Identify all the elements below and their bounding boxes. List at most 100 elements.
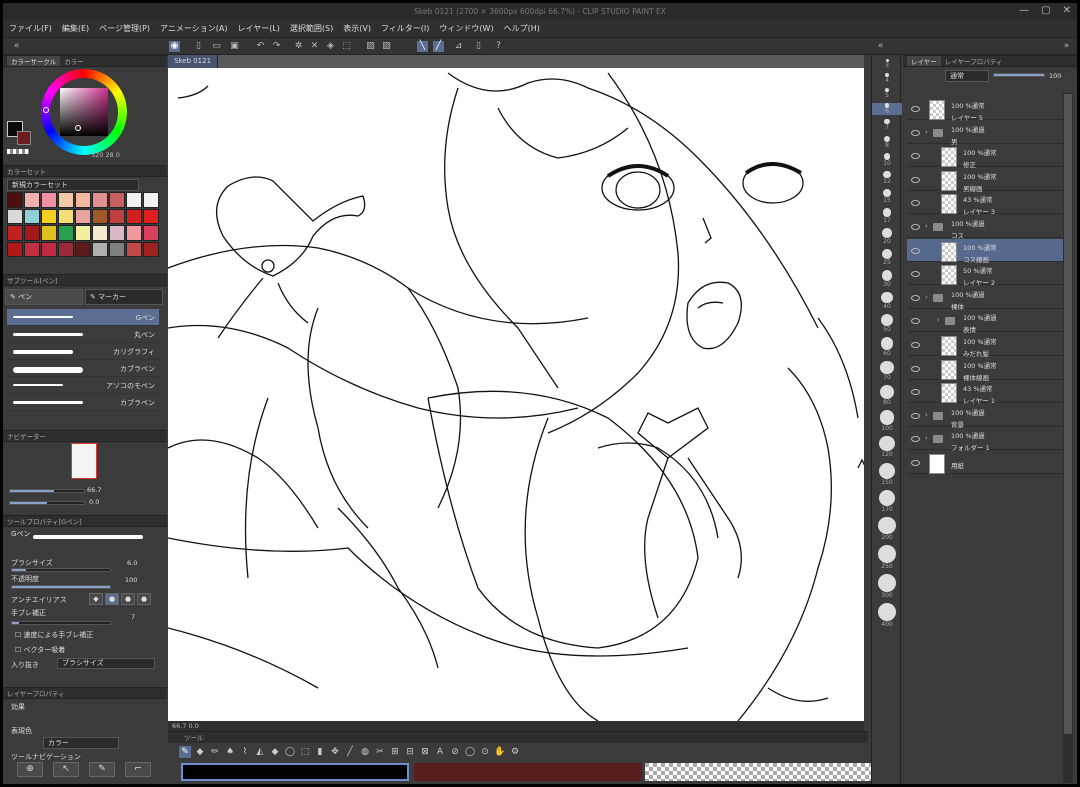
color-swatch[interactable] xyxy=(143,241,159,257)
eye-icon[interactable] xyxy=(911,365,920,372)
brush-size-item[interactable]: 120 xyxy=(872,436,902,458)
expand-icon[interactable]: « xyxy=(875,41,886,52)
nav-tool-4-button[interactable]: ⌐ xyxy=(125,762,151,777)
taper-dropdown[interactable]: ブラシサイズ xyxy=(57,658,155,669)
brush-size-item[interactable]: 80 xyxy=(872,385,902,406)
eye-icon[interactable] xyxy=(911,247,920,254)
layer-folder-row[interactable]: › 100 %通過男 xyxy=(907,121,1065,146)
layer-row[interactable]: 100 %通常 コス線画 xyxy=(907,238,1065,264)
color-swatch[interactable] xyxy=(24,192,40,208)
layer-row[interactable]: 43 %通常 レイヤー 3 xyxy=(907,191,1065,216)
fill-tool-icon[interactable]: ◭ xyxy=(254,746,266,758)
nav-tool-2-button[interactable]: ↖ xyxy=(53,762,79,777)
snap-special-icon[interactable]: ╱ xyxy=(433,41,444,52)
brush-size-item[interactable]: 15 xyxy=(872,189,902,204)
brush-size-item[interactable]: 30 xyxy=(872,269,902,288)
blend-mode-dropdown[interactable]: 通常 xyxy=(945,70,989,82)
folder-toggle-icon[interactable]: › xyxy=(925,293,928,301)
selection-tool-icon[interactable]: ⬚ xyxy=(299,746,311,758)
menu-item-0[interactable]: ファイル(F) xyxy=(9,23,52,34)
color-swatch[interactable] xyxy=(126,192,142,208)
opacity-slider[interactable] xyxy=(11,585,111,589)
layer-folder-row[interactable]: › 100 %通過 背景 xyxy=(907,404,1065,429)
snap-grid-icon[interactable]: ⊿ xyxy=(453,41,464,52)
color-swatch[interactable] xyxy=(41,208,57,224)
help-icon[interactable]: ? xyxy=(493,41,504,52)
marker-tab[interactable]: ✎ マーカー xyxy=(85,289,163,305)
layer-row[interactable]: 100 %通常 みだれ髪 xyxy=(907,333,1065,358)
brush-size-item[interactable]: 100 xyxy=(872,410,902,432)
color-swatch[interactable] xyxy=(58,208,74,224)
expr-color-dropdown[interactable]: カラー xyxy=(43,737,119,749)
maximize-icon[interactable]: ▢ xyxy=(1041,5,1050,16)
nav-tool-3-button[interactable]: ✎ xyxy=(89,762,115,777)
deselect-icon[interactable]: ▧ xyxy=(381,41,392,52)
color-swatch[interactable] xyxy=(92,192,108,208)
gradient-tool-icon[interactable]: ▮ xyxy=(314,746,326,758)
color-swatch[interactable] xyxy=(41,192,57,208)
layer-scrollbar[interactable] xyxy=(1063,93,1073,783)
aa-strong-button[interactable]: ● xyxy=(137,593,151,605)
drawing-canvas[interactable] xyxy=(168,68,864,721)
undo-icon[interactable]: ↶ xyxy=(255,41,266,52)
eyedropper-tool-icon[interactable]: ⊘ xyxy=(449,746,461,758)
layer-property-tab[interactable]: レイヤープロパティ xyxy=(945,56,1003,66)
brush-item[interactable]: カブラペン xyxy=(7,394,159,411)
color-swatch[interactable] xyxy=(109,208,125,224)
mesh-tool-icon[interactable]: ⊞ xyxy=(389,746,401,758)
stabilize-slider[interactable] xyxy=(11,621,111,625)
layer-folder-row[interactable]: › 100 %通過 コス xyxy=(907,215,1065,240)
layer-opacity-slider[interactable] xyxy=(993,73,1045,77)
layer-row[interactable]: 50 %通常 レイヤー 2 xyxy=(907,262,1065,287)
layer-folder-row[interactable]: › 100 %通過 表情 xyxy=(907,309,1065,334)
menu-item-2[interactable]: ページ管理(P) xyxy=(99,23,150,34)
color-circle-tab[interactable]: カラーサークル xyxy=(7,56,61,66)
brush-size-item[interactable]: 150 xyxy=(872,462,902,486)
hue-cursor[interactable] xyxy=(43,107,49,113)
color-swatch[interactable] xyxy=(58,225,74,241)
lasso-tool-icon[interactable]: ◯ xyxy=(284,746,296,758)
brush-size-item[interactable]: 400 xyxy=(872,603,902,628)
color-swatch[interactable] xyxy=(7,225,23,241)
sub-color-swatch[interactable] xyxy=(17,131,31,145)
text-tool-icon[interactable]: A xyxy=(434,746,446,758)
navigator-thumbnail[interactable] xyxy=(71,443,97,479)
line-tool-icon[interactable]: ╱ xyxy=(344,746,356,758)
color-swatch[interactable] xyxy=(126,241,142,257)
move-tool-icon[interactable]: ✥ xyxy=(329,746,341,758)
color-tab[interactable]: カラー xyxy=(64,56,84,66)
folder-toggle-icon[interactable]: › xyxy=(925,434,928,442)
zoom-slider[interactable] xyxy=(9,489,85,493)
color-swatch[interactable] xyxy=(75,241,91,257)
color-swatch[interactable] xyxy=(109,225,125,241)
app-logo-icon[interactable]: ◉ xyxy=(169,41,180,52)
color-swatch[interactable] xyxy=(7,241,23,257)
layer-row[interactable]: 100 %通常 男線画 xyxy=(907,168,1065,193)
brush-size-item[interactable]: 5 xyxy=(872,87,902,99)
menu-item-5[interactable]: 選択範囲(S) xyxy=(290,23,333,34)
eye-icon[interactable] xyxy=(911,224,920,230)
blend-tool-icon[interactable]: ◆ xyxy=(269,746,281,758)
brush-size-item[interactable]: 70 xyxy=(872,361,902,381)
layer-folder-row[interactable]: › 100 %通過 裸体 xyxy=(907,286,1065,311)
loading-icon[interactable]: ✲ xyxy=(293,41,304,52)
brush-size-item[interactable]: 60 xyxy=(872,337,902,357)
brush-size-slider[interactable] xyxy=(11,568,111,572)
layer-row[interactable]: 100 %通常 修正 xyxy=(907,144,1065,169)
clear-icon[interactable]: ✕ xyxy=(309,41,320,52)
menu-item-6[interactable]: 表示(V) xyxy=(343,23,371,34)
frame-tool-icon[interactable]: ⊟ xyxy=(404,746,416,758)
rotate-slider[interactable] xyxy=(9,501,85,505)
brush-size-item[interactable]: 170 xyxy=(872,489,902,513)
layer-folder-row[interactable]: › 100 %通過 フォルダー 1 xyxy=(907,427,1065,452)
layer-row[interactable]: 100 %通常 レイヤー 5 xyxy=(907,97,1065,122)
aa-mid-button[interactable]: ● xyxy=(121,593,135,605)
color-swatch[interactable] xyxy=(92,225,108,241)
eye-icon[interactable] xyxy=(911,106,920,112)
brush-size-item[interactable]: 40 xyxy=(872,291,902,310)
color-wheel[interactable] xyxy=(41,69,127,155)
brush-size-item[interactable]: 50 xyxy=(872,314,902,333)
canvas-area[interactable]: Skeb 0121 xyxy=(168,55,864,721)
main-color-bar[interactable] xyxy=(181,763,409,781)
color-swatch[interactable] xyxy=(58,192,74,208)
